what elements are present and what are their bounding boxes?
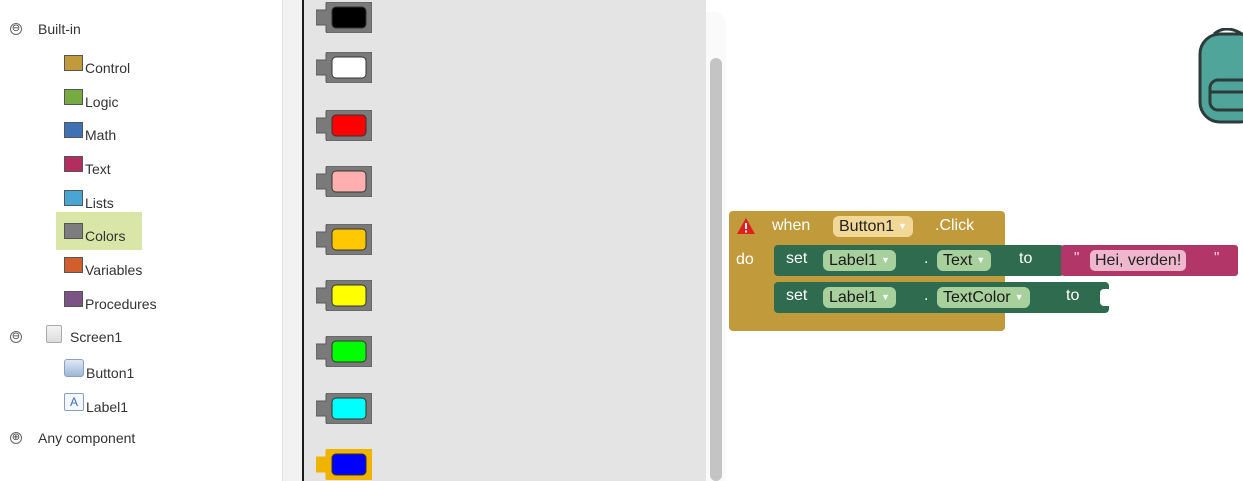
empty-value-socket[interactable] — [1100, 289, 1109, 306]
color-block[interactable] — [315, 448, 373, 481]
chevron-down-icon: ▼ — [881, 292, 890, 302]
color-block[interactable] — [315, 165, 373, 198]
color-block[interactable] — [315, 335, 373, 368]
screen1-label: Screen1 — [70, 329, 123, 345]
flyout-scrollbar-thumb[interactable] — [710, 58, 722, 481]
category-label: Text — [85, 161, 111, 177]
category-label: Math — [85, 127, 117, 143]
builtin-label: Built-in — [38, 21, 81, 37]
set-keyword: set — [786, 287, 808, 304]
lists-category-icon — [64, 190, 83, 206]
component-dropdown[interactable]: Button1 ▼ — [833, 216, 914, 237]
warning-icon[interactable] — [736, 217, 756, 240]
tree-item-label1[interactable]: A Label1 — [64, 390, 128, 420]
control-category-icon — [64, 55, 83, 71]
property-dropdown-value: Text — [943, 252, 973, 269]
property-dropdown[interactable]: Text ▼ — [937, 250, 992, 271]
procedures-category-icon — [64, 291, 83, 307]
label1-label: Label1 — [86, 399, 129, 415]
component-dropdown-value: Label1 — [829, 289, 878, 306]
color-block[interactable] — [315, 109, 373, 142]
set-keyword: set — [786, 250, 808, 267]
dot-separator: . — [924, 287, 929, 304]
component-dropdown[interactable]: Label1 ▼ — [823, 287, 896, 308]
tree-category-math[interactable]: Math — [64, 118, 116, 148]
tree-any-component[interactable]: ⊕ Any component — [10, 423, 135, 453]
label-component-icon: A — [64, 393, 84, 411]
color-block[interactable] — [315, 1, 373, 34]
property-dropdown[interactable]: TextColor ▼ — [937, 287, 1030, 308]
to-keyword: to — [1066, 287, 1080, 304]
tree-builtin[interactable]: ⊖ Built-in — [10, 14, 81, 44]
chevron-down-icon: ▼ — [976, 255, 986, 265]
color-block[interactable] — [315, 279, 373, 312]
property-dropdown-value: TextColor — [943, 289, 1011, 306]
open-quote: " — [1074, 249, 1080, 266]
category-label: Control — [85, 60, 131, 76]
tree-category-logic[interactable]: Logic — [64, 85, 118, 115]
variables-category-icon — [64, 257, 83, 273]
colors-category-icon — [64, 223, 83, 239]
text-category-icon — [64, 156, 83, 172]
chevron-down-icon: ▼ — [1014, 292, 1024, 302]
tree-scrollbar[interactable] — [282, 0, 302, 481]
color-block[interactable] — [315, 223, 373, 256]
component-dropdown-value: Button1 — [839, 218, 895, 235]
category-label: Logic — [85, 94, 119, 110]
logic-category-icon — [64, 89, 83, 105]
category-label: Lists — [85, 195, 114, 211]
tree-category-colors[interactable]: Colors — [64, 219, 125, 249]
tree-category-procedures[interactable]: Procedures — [64, 287, 157, 317]
to-keyword: to — [1019, 250, 1033, 267]
category-label: Colors — [85, 228, 126, 244]
close-quote: " — [1214, 249, 1220, 266]
event-name: .Click — [935, 217, 975, 234]
expand-icon[interactable]: ⊕ — [10, 432, 22, 444]
color-block[interactable] — [315, 392, 373, 425]
button1-label: Button1 — [86, 365, 135, 381]
tree-item-button1[interactable]: Button1 — [64, 356, 134, 386]
color-block[interactable] — [315, 51, 373, 84]
chevron-down-icon: ▼ — [881, 255, 890, 265]
blocks-tree-panel: ⊖ Built-in Control Logic Math Text Lists Colo… — [0, 0, 283, 481]
do-keyword: do — [736, 251, 754, 268]
dot-separator: . — [924, 250, 929, 267]
when-keyword: when — [772, 217, 811, 234]
tree-screen1[interactable]: ⊖ Screen1 — [10, 322, 122, 352]
component-dropdown-value: Label1 — [829, 252, 878, 269]
text-string-value[interactable]: Hei, verden! — [1090, 250, 1187, 271]
backpack-icon[interactable] — [1196, 27, 1243, 129]
category-label: Variables — [85, 262, 143, 278]
category-label: Procedures — [85, 296, 157, 312]
collapse-icon[interactable]: ⊖ — [10, 331, 22, 343]
tree-category-text[interactable]: Text — [64, 152, 111, 182]
tree-category-control[interactable]: Control — [64, 51, 130, 81]
screen-icon — [46, 325, 62, 343]
button-component-icon — [64, 359, 84, 377]
collapse-icon[interactable]: ⊖ — [10, 23, 22, 35]
tree-category-lists[interactable]: Lists — [64, 186, 114, 216]
math-category-icon — [64, 122, 83, 138]
component-dropdown[interactable]: Label1 ▼ — [823, 250, 896, 271]
chevron-down-icon: ▼ — [898, 221, 908, 231]
any-component-label: Any component — [38, 430, 136, 446]
tree-category-variables[interactable]: Variables — [64, 253, 142, 283]
